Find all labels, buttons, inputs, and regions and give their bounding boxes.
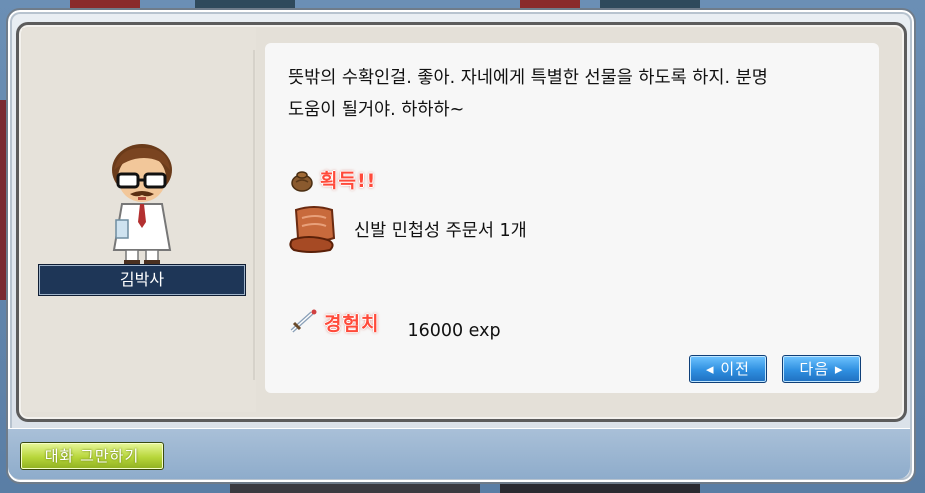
exp-amount: 16000 exp — [407, 321, 501, 341]
exp-row: 경험치 16000 exp — [288, 303, 501, 341]
npc-nameplate: 김박사 — [39, 265, 245, 295]
exp-label: 경험치 — [324, 312, 380, 335]
message-line-1: 뜻밖의 수확인걸. 좋아. 자네에게 특별한 선물을 하도록 하지. 분명 — [288, 68, 768, 88]
npc-character-sprite — [112, 144, 172, 265]
panel-divider — [253, 50, 255, 380]
npc-dialog-message: 뜻밖의 수확인걸. 좋아. 자네에게 특별한 선물을 하도록 하지. 분명 도움… — [288, 62, 858, 126]
obtain-row: 획득!! — [290, 166, 376, 193]
background-sign — [195, 0, 295, 8]
prev-button[interactable]: ◂ 이전 — [689, 355, 767, 383]
message-line-2: 도움이 될거야. 하하하~ — [288, 100, 465, 120]
obtain-label: 획득!! — [320, 170, 377, 192]
next-button[interactable]: 다음 ▸ — [782, 355, 861, 383]
background-pillar-right — [520, 0, 580, 8]
background-pillar-left — [70, 0, 140, 8]
sword-icon — [290, 309, 317, 333]
end-chat-button[interactable]: 대화 그만하기 — [20, 442, 164, 470]
reward-item-text: 신발 민첩성 주문서 1개 — [354, 220, 527, 241]
background-sign-right — [600, 0, 700, 8]
reward-item-row: 신발 민첩성 주문서 1개 — [288, 204, 527, 254]
bag-icon — [291, 170, 313, 192]
scroll-icon — [289, 206, 336, 253]
